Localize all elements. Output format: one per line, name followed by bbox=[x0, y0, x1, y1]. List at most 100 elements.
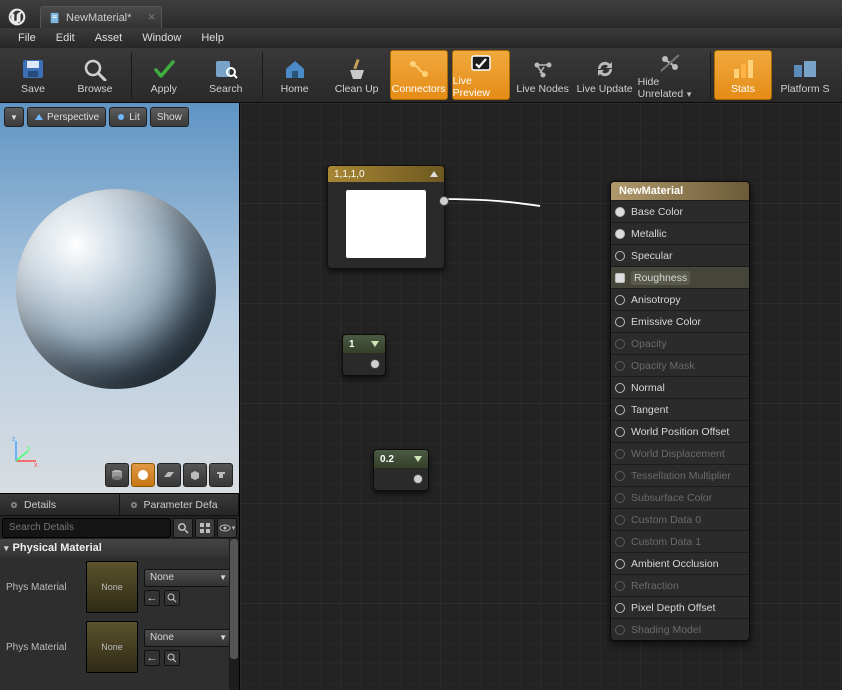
close-icon[interactable]: × bbox=[148, 10, 156, 23]
eye-filter-button[interactable]: ▾ bbox=[217, 518, 237, 538]
material-pin-metallic[interactable]: Metallic bbox=[611, 222, 749, 244]
section-header[interactable]: Physical Material bbox=[0, 539, 239, 557]
tool-connectors[interactable]: Connectors bbox=[390, 50, 448, 100]
tool-apply[interactable]: Apply bbox=[135, 50, 193, 100]
use-selected-button[interactable]: ← bbox=[144, 650, 160, 666]
node-constant-02[interactable]: 0.2 bbox=[373, 449, 429, 491]
perspective-button[interactable]: Perspective bbox=[27, 107, 106, 127]
material-pin-roughness[interactable]: Roughness bbox=[611, 266, 749, 288]
search-icon bbox=[213, 55, 239, 83]
asset-thumbnail[interactable]: None bbox=[86, 621, 138, 673]
material-pin-specular[interactable]: Specular bbox=[611, 244, 749, 266]
platform-icon bbox=[792, 55, 818, 83]
output-pin[interactable] bbox=[370, 359, 380, 369]
material-pin-tangent[interactable]: Tangent bbox=[611, 398, 749, 420]
input-pin bbox=[615, 515, 625, 525]
input-pin[interactable] bbox=[615, 295, 625, 305]
material-graph[interactable]: 1,1,1,0 1 0.2 NewMaterial Base ColorMeta… bbox=[240, 103, 842, 690]
browse-asset-button[interactable] bbox=[164, 590, 180, 606]
tab-parameter-defaults[interactable]: Parameter Defa bbox=[120, 494, 240, 515]
input-pin[interactable] bbox=[615, 405, 625, 415]
input-pin[interactable] bbox=[615, 427, 625, 437]
input-pin[interactable] bbox=[615, 383, 625, 393]
menu-help[interactable]: Help bbox=[191, 29, 234, 47]
material-pin-ambient-occlusion[interactable]: Ambient Occlusion bbox=[611, 552, 749, 574]
node-constant-1[interactable]: 1 bbox=[342, 334, 386, 376]
shape-sphere-button[interactable] bbox=[131, 463, 155, 487]
liveupdate-icon bbox=[592, 55, 618, 83]
tool-live-preview[interactable]: Live Preview bbox=[452, 50, 510, 100]
material-pin-anisotropy[interactable]: Anisotropy bbox=[611, 288, 749, 310]
tool-home[interactable]: Home bbox=[266, 50, 324, 100]
input-pin[interactable] bbox=[615, 251, 625, 261]
output-pin[interactable] bbox=[413, 474, 423, 484]
menu-edit[interactable]: Edit bbox=[46, 29, 85, 47]
input-pin[interactable] bbox=[615, 559, 625, 569]
shape-mesh-button[interactable] bbox=[209, 463, 233, 487]
preview-viewport[interactable]: ▼ Perspective Lit Show zxy bbox=[0, 103, 239, 493]
property-name: Phys Material bbox=[6, 582, 80, 593]
chevron-down-icon[interactable] bbox=[414, 456, 422, 462]
shape-cube-button[interactable] bbox=[183, 463, 207, 487]
input-pin[interactable] bbox=[615, 603, 625, 613]
material-pin-world-position-offset[interactable]: World Position Offset bbox=[611, 420, 749, 442]
tool-clean-up[interactable]: Clean Up bbox=[328, 50, 386, 100]
tool-platform-s[interactable]: Platform S bbox=[776, 50, 834, 100]
input-pin[interactable] bbox=[615, 207, 625, 217]
search-input[interactable] bbox=[2, 518, 171, 538]
input-pin bbox=[615, 581, 625, 591]
grid-filter-button[interactable] bbox=[195, 518, 215, 538]
collapse-icon[interactable] bbox=[430, 171, 438, 177]
toolbar: SaveBrowseApplySearchHomeClean UpConnect… bbox=[0, 48, 842, 103]
asset-dropdown[interactable]: None▼ bbox=[144, 629, 233, 647]
output-pin[interactable] bbox=[439, 196, 449, 206]
use-selected-button[interactable]: ← bbox=[144, 590, 160, 606]
show-button[interactable]: Show bbox=[150, 107, 189, 127]
asset-dropdown[interactable]: None▼ bbox=[144, 569, 233, 587]
left-panel: ▼ Perspective Lit Show zxy bbox=[0, 103, 240, 690]
shape-plane-button[interactable] bbox=[157, 463, 181, 487]
home-icon bbox=[282, 55, 308, 83]
livenodes-icon bbox=[530, 55, 556, 83]
browse-asset-button[interactable] bbox=[164, 650, 180, 666]
tool-browse[interactable]: Browse bbox=[66, 50, 124, 100]
input-pin[interactable] bbox=[615, 229, 625, 239]
material-pin-emissive-color[interactable]: Emissive Color bbox=[611, 310, 749, 332]
color-swatch[interactable] bbox=[346, 190, 426, 258]
material-pin-pixel-depth-offset[interactable]: Pixel Depth Offset bbox=[611, 596, 749, 618]
node-header[interactable]: 1,1,1,0 bbox=[328, 166, 444, 182]
tool-live-nodes[interactable]: Live Nodes bbox=[514, 50, 572, 100]
document-tab[interactable]: NewMaterial* × bbox=[40, 6, 162, 28]
input-pin bbox=[615, 449, 625, 459]
menu-window[interactable]: Window bbox=[132, 29, 191, 47]
viewport-options-button[interactable]: ▼ bbox=[4, 107, 24, 127]
search-icon[interactable] bbox=[173, 518, 193, 538]
axis-gizmo-icon: zxy bbox=[10, 437, 40, 467]
property-row: Phys MaterialNoneNone▼← bbox=[0, 617, 239, 677]
tool-save[interactable]: Save bbox=[4, 50, 62, 100]
property-row: Phys Material None None▼ ← bbox=[0, 557, 239, 617]
details-scrollbar[interactable] bbox=[229, 539, 239, 690]
menu-file[interactable]: File bbox=[8, 29, 46, 47]
tool-stats[interactable]: Stats bbox=[714, 50, 772, 100]
tool-live-update[interactable]: Live Update bbox=[576, 50, 634, 100]
node-material-output[interactable]: NewMaterial Base ColorMetallicSpecularRo… bbox=[610, 181, 750, 641]
wrench-icon bbox=[128, 499, 140, 511]
shape-cylinder-button[interactable] bbox=[105, 463, 129, 487]
tool-search[interactable]: Search bbox=[197, 50, 255, 100]
asset-thumbnail[interactable]: None bbox=[86, 561, 138, 613]
material-pin-normal[interactable]: Normal bbox=[611, 376, 749, 398]
input-pin[interactable] bbox=[615, 273, 625, 283]
tool-hide-unrelated[interactable]: Hide Unrelated▼ bbox=[638, 50, 704, 100]
tab-details[interactable]: Details bbox=[0, 494, 120, 515]
lit-button[interactable]: Lit bbox=[109, 107, 147, 127]
node-header[interactable]: NewMaterial bbox=[611, 182, 749, 200]
node-constant4vector[interactable]: 1,1,1,0 bbox=[327, 165, 445, 269]
menu-asset[interactable]: Asset bbox=[85, 29, 133, 47]
svg-text:y: y bbox=[27, 445, 31, 452]
input-pin[interactable] bbox=[615, 317, 625, 327]
material-pin-base-color[interactable]: Base Color bbox=[611, 200, 749, 222]
svg-text:x: x bbox=[34, 462, 38, 467]
chevron-down-icon[interactable] bbox=[371, 341, 379, 347]
input-pin bbox=[615, 339, 625, 349]
